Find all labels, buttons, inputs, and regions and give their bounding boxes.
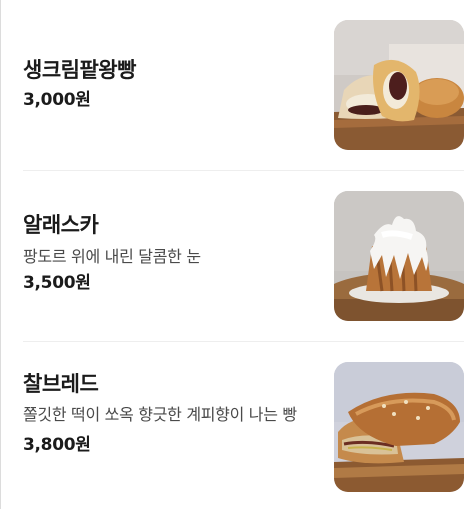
menu-item-info: 생크림팥왕빵 3,000원 xyxy=(23,56,313,112)
menu-item-thumbnail[interactable] xyxy=(334,191,464,321)
menu-item[interactable]: 생크림팥왕빵 3,000원 xyxy=(1,20,475,150)
pandoro-snow-sugar-photo xyxy=(334,191,464,321)
menu-item[interactable]: 알래스카 팡도르 위에 내린 달콤한 눈 3,500원 xyxy=(1,191,475,321)
menu-item-price: 3,000원 xyxy=(23,90,91,110)
cream-red-bean-bun-photo xyxy=(334,20,464,150)
menu-item-name: 생크림팥왕빵 xyxy=(23,58,136,82)
menu-item-info: 찰브레드 쫄깃한 떡이 쏘옥 향긋한 계피향이 나는 빵 3,800원 xyxy=(23,370,308,457)
menu-item[interactable]: 찰브레드 쫄깃한 떡이 쏘옥 향긋한 계피향이 나는 빵 3,800원 xyxy=(1,362,475,492)
menu-item-description: 팡도르 위에 내린 달콤한 눈 xyxy=(23,247,201,266)
menu-page: 생크림팥왕빵 3,000원 알래스카 팡도르 위에 내린 달콤한 눈 3,500… xyxy=(0,0,475,509)
menu-item-price: 3,800원 xyxy=(23,435,91,455)
menu-item-description: 쫄깃한 떡이 쏘옥 향긋한 계피향이 나는 빵 xyxy=(23,405,297,424)
mochi-cinnamon-bread-photo xyxy=(334,362,464,492)
menu-item-name: 알래스카 xyxy=(23,213,99,237)
divider xyxy=(23,170,464,171)
menu-item-thumbnail[interactable] xyxy=(334,20,464,150)
menu-item-thumbnail[interactable] xyxy=(334,362,464,492)
divider xyxy=(23,341,464,342)
menu-item-price: 3,500원 xyxy=(23,273,91,293)
menu-item-info: 알래스카 팡도르 위에 내린 달콤한 눈 3,500원 xyxy=(23,211,313,295)
menu-item-name: 찰브레드 xyxy=(23,372,99,396)
